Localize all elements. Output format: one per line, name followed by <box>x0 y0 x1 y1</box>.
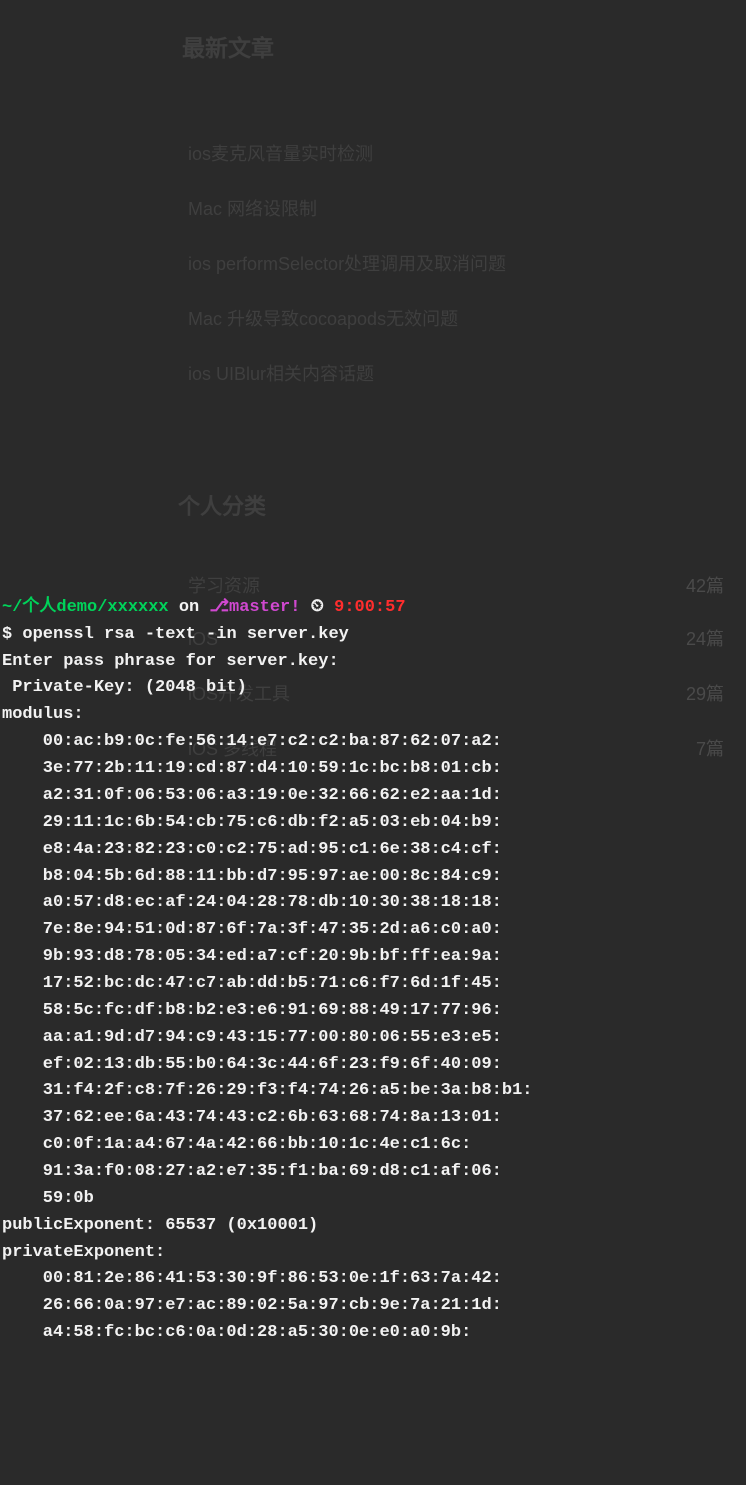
pass-phrase-prompt: Enter pass phrase for server.key: <box>2 652 339 671</box>
prompt-char: $ <box>2 625 22 644</box>
private-exponent-label: privateExponent: <box>2 1243 165 1262</box>
bg-article-item: ios麦克风音量实时检测 <box>188 140 373 168</box>
modulus-hex-line: 91:3a:f0:08:27:a2:e7:35:f1:ba:69:d8:c1:a… <box>2 1162 502 1181</box>
bg-category-heading: 个人分类 <box>178 490 266 525</box>
private-key-header: Private-Key: (2048 bit) <box>2 678 247 697</box>
prompt-on: on <box>169 598 210 617</box>
bg-article-item: ios performSelector处理调用及取消问题 <box>188 250 506 278</box>
modulus-hex-line: 29:11:1c:6b:54:cb:75:c6:db:f2:a5:03:eb:0… <box>2 813 502 832</box>
bg-article-item: Mac 网络设限制 <box>188 195 317 223</box>
modulus-hex-line: 00:ac:b9:0c:fe:56:14:e7:c2:c2:ba:87:62:0… <box>2 732 502 751</box>
modulus-label: modulus: <box>2 705 84 724</box>
git-dirty-bang: ! <box>290 598 300 617</box>
branch-icon: ⎇ <box>209 598 229 617</box>
private-exponent-hex-line: a4:58:fc:bc:c6:0a:0d:28:a5:30:0e:e0:a0:9… <box>2 1323 471 1342</box>
modulus-hex-line: 37:62:ee:6a:43:74:43:c2:6b:63:68:74:8a:1… <box>2 1108 502 1127</box>
modulus-hex-line: 59:0b <box>2 1189 94 1208</box>
modulus-hex-line: 58:5c:fc:df:b8:b2:e3:e6:91:69:88:49:17:7… <box>2 1001 502 1020</box>
terminal-output[interactable]: ~/个人demo/xxxxxx on ⎇master! ⏲ 9:00:57 $ … <box>0 591 746 1351</box>
bg-article-item: ios UIBlur相关内容话题 <box>188 360 374 388</box>
modulus-hex-line: ef:02:13:db:55:b0:64:3c:44:6f:23:f9:6f:4… <box>2 1055 502 1074</box>
modulus-hex-line: 17:52:bc:dc:47:c7:ab:dd:b5:71:c6:f7:6d:1… <box>2 974 502 993</box>
prompt-line: ~/个人demo/xxxxxx on ⎇master! ⏲ 9:00:57 <box>2 598 406 617</box>
modulus-hex-line: c0:0f:1a:a4:67:4a:42:66:bb:10:1c:4e:c1:6… <box>2 1135 471 1154</box>
modulus-hex-line: a2:31:0f:06:53:06:a3:19:0e:32:66:62:e2:a… <box>2 786 502 805</box>
command-line: $ openssl rsa -text -in server.key <box>2 625 349 644</box>
bg-section-title: 最新文章 <box>182 30 274 66</box>
modulus-hex-line: 31:f4:2f:c8:7f:26:29:f3:f4:74:26:a5:be:3… <box>2 1081 533 1100</box>
prompt-time: 9:00:57 <box>334 598 405 617</box>
clock-icon: ⏲ <box>300 598 334 617</box>
private-exponent-hex-line: 00:81:2e:86:41:53:30:9f:86:53:0e:1f:63:7… <box>2 1269 502 1288</box>
private-exponent-hex-line: 26:66:0a:97:e7:ac:89:02:5a:97:cb:9e:7a:2… <box>2 1296 502 1315</box>
modulus-hex-line: 7e:8e:94:51:0d:87:6f:7a:3f:47:35:2d:a6:c… <box>2 920 502 939</box>
modulus-hex-line: e8:4a:23:82:23:c0:c2:75:ad:95:c1:6e:38:c… <box>2 840 502 859</box>
modulus-hex-line: 9b:93:d8:78:05:34:ed:a7:cf:20:9b:bf:ff:e… <box>2 947 502 966</box>
modulus-hex-line: aa:a1:9d:d7:94:c9:43:15:77:00:80:06:55:e… <box>2 1028 502 1047</box>
public-exponent: publicExponent: 65537 (0x10001) <box>2 1216 318 1235</box>
git-branch: master <box>229 598 290 617</box>
command-text: openssl rsa -text -in server.key <box>22 625 348 644</box>
bg-article-item: Mac 升级导致cocoapods无效问题 <box>188 305 458 333</box>
cwd-path: ~/个人demo/xxxxxx <box>2 598 169 617</box>
modulus-hex-line: 3e:77:2b:11:19:cd:87:d4:10:59:1c:bc:b8:0… <box>2 759 502 778</box>
modulus-hex-line: a0:57:d8:ec:af:24:04:28:78:db:10:30:38:1… <box>2 893 502 912</box>
modulus-hex-line: b8:04:5b:6d:88:11:bb:d7:95:97:ae:00:8c:8… <box>2 867 502 886</box>
